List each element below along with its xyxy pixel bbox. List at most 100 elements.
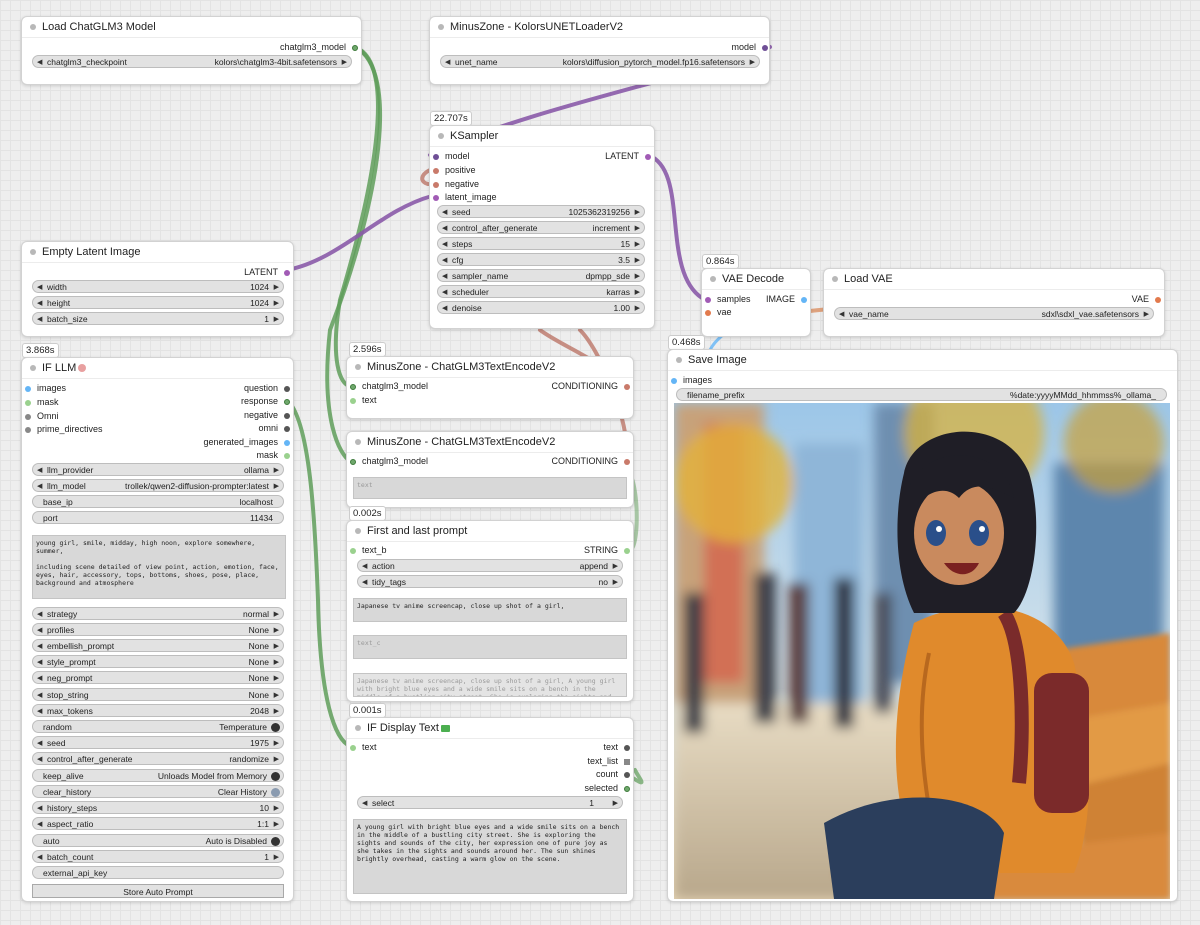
toggle-knob-icon[interactable] — [271, 787, 280, 797]
profiles-combo[interactable]: ◀ profiles None ▶ — [32, 623, 284, 636]
input-samples[interactable]: samples — [705, 293, 751, 306]
input-omni[interactable]: Omni — [25, 410, 59, 423]
prompt-textarea[interactable]: young girl, smile, midday, high noon, ex… — [32, 535, 286, 599]
output-mask[interactable]: mask — [256, 449, 290, 462]
clear-history-toggle[interactable]: clear_history Clear History — [32, 785, 284, 798]
left-arrow-icon[interactable]: ◀ — [362, 576, 367, 587]
left-arrow-icon[interactable]: ◀ — [442, 286, 447, 297]
right-arrow-icon[interactable]: ▶ — [274, 802, 279, 813]
scheduler-widget[interactable]: ◀ scheduler karras ▶ — [437, 285, 645, 298]
left-arrow-icon[interactable]: ◀ — [37, 656, 42, 667]
width-widget[interactable]: ◀ width 1024 ▶ — [32, 280, 284, 293]
right-arrow-icon[interactable]: ▶ — [274, 297, 279, 308]
llm-provider-combo[interactable]: ◀ llm_provider ollama ▶ — [32, 463, 284, 476]
left-arrow-icon[interactable]: ◀ — [362, 797, 367, 808]
input-prime-directives[interactable]: prime_directives — [25, 423, 103, 436]
left-arrow-icon[interactable]: ◀ — [442, 238, 447, 249]
output-chatglm3-model[interactable]: chatglm3_model — [280, 41, 358, 54]
action-combo[interactable]: ◀ action append ▶ — [357, 559, 623, 572]
left-arrow-icon[interactable]: ◀ — [37, 851, 42, 862]
input-images[interactable]: images — [25, 382, 66, 395]
left-arrow-icon[interactable]: ◀ — [442, 254, 447, 265]
sampler-name-widget[interactable]: ◀ sampler_name dpmpp_sde ▶ — [437, 269, 645, 282]
auto-toggle[interactable]: auto Auto is Disabled — [32, 834, 284, 847]
output-vae[interactable]: VAE — [1132, 293, 1161, 306]
right-arrow-icon[interactable]: ▶ — [635, 238, 640, 249]
right-arrow-icon[interactable]: ▶ — [635, 286, 640, 297]
left-arrow-icon[interactable]: ◀ — [37, 818, 42, 829]
store-auto-prompt-button[interactable]: Store Auto Prompt — [32, 884, 284, 898]
history-steps-widget[interactable]: ◀ history_steps 10 ▶ — [32, 801, 284, 814]
chatglm3-checkpoint-combo[interactable]: ◀ chatglm3_checkpoint kolors\chatglm3-4b… — [32, 55, 352, 68]
output-generated-images[interactable]: generated_images — [203, 436, 290, 449]
right-arrow-icon[interactable]: ▶ — [635, 222, 640, 233]
input-mask[interactable]: mask — [25, 396, 59, 409]
stop-string-combo[interactable]: ◀ stop_string None ▶ — [32, 688, 284, 701]
output-text[interactable]: text — [603, 741, 630, 754]
result-preview-field[interactable]: Japanese tv anime screencap, close up sh… — [353, 673, 627, 697]
output-question[interactable]: question — [244, 382, 290, 395]
right-arrow-icon[interactable]: ▶ — [635, 270, 640, 281]
right-arrow-icon[interactable]: ▶ — [274, 737, 279, 748]
input-text-b[interactable]: text_b — [350, 544, 387, 557]
strategy-combo[interactable]: ◀ strategy normal ▶ — [32, 607, 284, 620]
collapse-dot[interactable] — [710, 276, 716, 282]
input-text[interactable]: text — [350, 394, 377, 407]
input-negative[interactable]: negative — [433, 178, 479, 191]
left-arrow-icon[interactable]: ◀ — [37, 689, 42, 700]
left-arrow-icon[interactable]: ◀ — [37, 480, 42, 491]
input-chatglm3-model[interactable]: chatglm3_model — [350, 455, 428, 468]
right-arrow-icon[interactable]: ▶ — [613, 560, 618, 571]
node-title[interactable]: Save Image — [668, 350, 1177, 371]
base-ip-field[interactable]: base_ip localhost — [32, 495, 284, 508]
right-arrow-icon[interactable]: ▶ — [274, 705, 279, 716]
left-arrow-icon[interactable]: ◀ — [442, 222, 447, 233]
input-positive[interactable]: positive — [433, 164, 476, 177]
output-latent[interactable]: LATENT — [244, 266, 290, 279]
neg-prompt-combo[interactable]: ◀ neg_prompt None ▶ — [32, 671, 284, 684]
embellish-prompt-combo[interactable]: ◀ embellish_prompt None ▶ — [32, 639, 284, 652]
input-vae[interactable]: vae — [705, 306, 732, 319]
port-field[interactable]: port 11434 — [32, 511, 284, 524]
right-arrow-icon[interactable]: ▶ — [274, 624, 279, 635]
first-and-last-prompt-node[interactable]: First and last prompt text_b STRING ◀ act… — [346, 520, 634, 702]
collapse-dot[interactable] — [355, 364, 361, 370]
left-arrow-icon[interactable]: ◀ — [442, 206, 447, 217]
collapse-dot[interactable] — [438, 133, 444, 139]
output-conditioning[interactable]: CONDITIONING — [552, 455, 630, 468]
output-response[interactable]: response — [241, 395, 290, 408]
right-arrow-icon[interactable]: ▶ — [613, 797, 618, 808]
right-arrow-icon[interactable]: ▶ — [342, 56, 347, 67]
node-title[interactable]: Load ChatGLM3 Model — [22, 17, 361, 38]
kolors-unet-loader-node[interactable]: MinusZone - KolorsUNETLoaderV2 model ◀ u… — [429, 16, 770, 85]
output-omni[interactable]: omni — [258, 422, 290, 435]
control-after-generate-widget[interactable]: ◀ control_after_generate increment ▶ — [437, 221, 645, 234]
tidy-tags-combo[interactable]: ◀ tidy_tags no ▶ — [357, 575, 623, 588]
input-model[interactable]: model — [433, 150, 470, 163]
collapse-dot[interactable] — [438, 24, 444, 30]
right-arrow-icon[interactable]: ▶ — [635, 254, 640, 265]
left-arrow-icon[interactable]: ◀ — [37, 56, 42, 67]
if-llm-node[interactable]: IF LLM images mask Omni prime_directives… — [21, 357, 294, 902]
ksampler-node[interactable]: KSampler model positive negative latent_… — [429, 125, 655, 329]
collapse-dot[interactable] — [30, 249, 36, 255]
output-string[interactable]: STRING — [584, 544, 630, 557]
node-title[interactable]: MinusZone - ChatGLM3TextEncodeV2 — [347, 357, 633, 378]
left-arrow-icon[interactable]: ◀ — [37, 705, 42, 716]
text-c-field[interactable]: text_c — [353, 635, 627, 659]
node-title[interactable]: First and last prompt — [347, 521, 633, 542]
random-toggle[interactable]: random Temperature — [32, 720, 284, 733]
left-arrow-icon[interactable]: ◀ — [37, 640, 42, 651]
toggle-knob-icon[interactable] — [271, 771, 280, 781]
chatglm3-text-encode-node-2[interactable]: MinusZone - ChatGLM3TextEncodeV2 chatglm… — [346, 431, 634, 508]
right-arrow-icon[interactable]: ▶ — [274, 480, 279, 491]
right-arrow-icon[interactable]: ▶ — [274, 689, 279, 700]
node-title[interactable]: IF Display Text — [347, 718, 633, 739]
node-title[interactable]: KSampler — [430, 126, 654, 147]
chatglm3-text-encode-node-1[interactable]: MinusZone - ChatGLM3TextEncodeV2 chatglm… — [346, 356, 634, 419]
generated-image-preview[interactable] — [674, 403, 1170, 899]
display-text-area[interactable]: A young girl with bright blue eyes and a… — [353, 819, 627, 894]
right-arrow-icon[interactable]: ▶ — [274, 464, 279, 475]
output-latent[interactable]: LATENT — [605, 150, 651, 163]
left-arrow-icon[interactable]: ◀ — [37, 753, 42, 764]
